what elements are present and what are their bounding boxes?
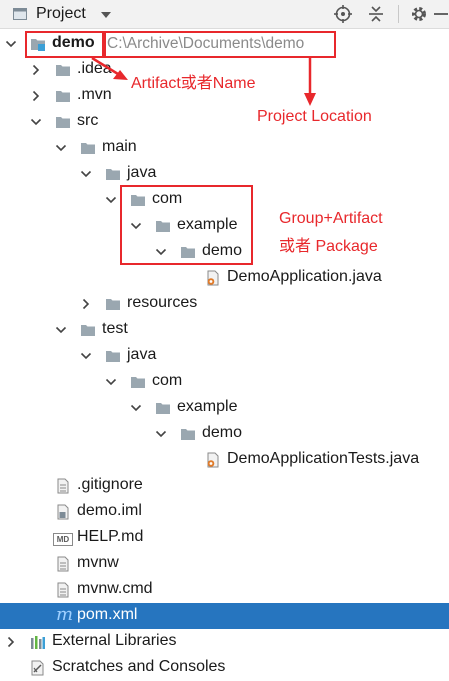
chevron-right-icon[interactable] — [5, 636, 17, 648]
tree-item-label: demo.iml — [77, 502, 142, 519]
project-icon — [13, 8, 27, 20]
chevron-down-icon[interactable] — [105, 376, 117, 388]
tree-item-label: pom.xml — [77, 606, 138, 623]
tree-row[interactable]: test — [0, 317, 449, 343]
tree-item-label: example — [177, 398, 238, 415]
package-highlight-box — [120, 185, 253, 265]
tree-item-label: src — [77, 112, 99, 129]
tree-row[interactable]: .gitignore — [0, 473, 449, 499]
chevron-right-icon[interactable] — [30, 90, 42, 102]
chevron-down-icon[interactable] — [5, 38, 17, 50]
java-class-icon — [207, 270, 219, 286]
folder-icon — [106, 299, 120, 310]
tree-row[interactable]: External Libraries — [0, 629, 449, 655]
markdown-icon: MD — [53, 533, 73, 546]
chevron-right-icon[interactable] — [80, 298, 92, 310]
tree-row[interactable]: DemoApplicationTests.java — [0, 447, 449, 473]
tree-row[interactable]: mvnw.cmd — [0, 577, 449, 603]
text-file-icon — [57, 478, 69, 494]
tree-row[interactable]: MD HELP.md — [0, 525, 449, 551]
dropdown-icon[interactable] — [101, 12, 111, 18]
folder-icon — [106, 169, 120, 180]
library-icon — [31, 636, 45, 649]
gear-icon[interactable] — [409, 4, 429, 24]
tree-item-label: test — [102, 320, 128, 337]
java-class-icon — [207, 452, 219, 468]
tree-item-label: resources — [127, 294, 198, 311]
tree-item-label: .gitignore — [77, 476, 143, 493]
chevron-down-icon[interactable] — [80, 350, 92, 362]
artifact-highlight-box — [25, 31, 104, 58]
chevron-down-icon[interactable] — [130, 402, 142, 414]
folder-icon — [106, 351, 120, 362]
folder-icon — [131, 377, 145, 388]
tree-item-label: demo — [202, 424, 243, 441]
chevron-down-icon[interactable] — [55, 142, 67, 154]
tree-item-label: DemoApplicationTests.java — [227, 450, 420, 467]
tree-row[interactable]: DemoApplication.java — [0, 265, 449, 291]
tree-item-label: main — [102, 138, 137, 155]
scratches-icon — [31, 660, 44, 676]
folder-icon — [56, 65, 70, 76]
tree-row[interactable]: resources — [0, 291, 449, 317]
artifact-annotation: Artifact或者Name — [131, 75, 256, 92]
chevron-down-icon[interactable] — [30, 116, 42, 128]
tree-item-label: DemoApplication.java — [227, 268, 382, 285]
tree-item-label: java — [127, 164, 157, 181]
tree-item-label: .idea — [77, 60, 112, 77]
tree-item-label: .mvn — [77, 86, 112, 103]
tree-row[interactable]: demo — [0, 421, 449, 447]
folder-icon — [56, 117, 70, 128]
tree-row[interactable]: java — [0, 343, 449, 369]
package-annotation: 或者 Package — [279, 238, 378, 255]
tree-item-label: java — [127, 346, 157, 363]
project-toolbar: Project — [0, 0, 449, 29]
tree-row[interactable]: example — [0, 395, 449, 421]
tree-row[interactable]: Scratches and Consoles — [0, 655, 449, 681]
folder-icon — [181, 429, 195, 440]
chevron-down-icon[interactable] — [80, 168, 92, 180]
hide-icon[interactable] — [432, 4, 448, 24]
chevron-down-icon[interactable] — [155, 428, 167, 440]
tree-row-selected[interactable]: m pom.xml — [0, 603, 449, 629]
chevron-down-icon[interactable] — [105, 194, 117, 206]
location-highlight-box — [104, 31, 336, 58]
text-file-icon — [57, 582, 69, 598]
collapse-icon[interactable] — [366, 4, 386, 24]
tree-row[interactable]: java — [0, 161, 449, 187]
locate-icon[interactable] — [333, 4, 353, 24]
tree-row[interactable]: main — [0, 135, 449, 161]
tree-item-label: HELP.md — [77, 528, 144, 545]
tree-row[interactable]: src — [0, 109, 449, 135]
tree-item-label: com — [152, 372, 183, 389]
tree-item-label: mvnw.cmd — [77, 580, 153, 597]
tree-row[interactable]: demo.iml — [0, 499, 449, 525]
toolbar-divider — [398, 5, 399, 23]
tree-item-label: External Libraries — [52, 632, 177, 649]
folder-icon — [56, 91, 70, 102]
folder-icon — [156, 403, 170, 414]
tree-row[interactable]: mvnw — [0, 551, 449, 577]
chevron-down-icon[interactable] — [55, 324, 67, 336]
tree-item-label: mvnw — [77, 554, 119, 571]
project-location-annotation: Project Location — [257, 108, 372, 125]
maven-icon: m — [56, 604, 74, 625]
tree-row[interactable]: com — [0, 369, 449, 395]
chevron-right-icon[interactable] — [30, 64, 42, 76]
folder-icon — [81, 143, 95, 154]
tree-item-label: Scratches and Consoles — [52, 658, 226, 675]
group-artifact-annotation: Group+Artifact — [279, 210, 383, 227]
text-file-icon — [57, 556, 69, 572]
folder-icon — [81, 325, 95, 336]
module-file-icon — [57, 504, 69, 520]
project-view-title[interactable]: Project — [36, 5, 86, 23]
